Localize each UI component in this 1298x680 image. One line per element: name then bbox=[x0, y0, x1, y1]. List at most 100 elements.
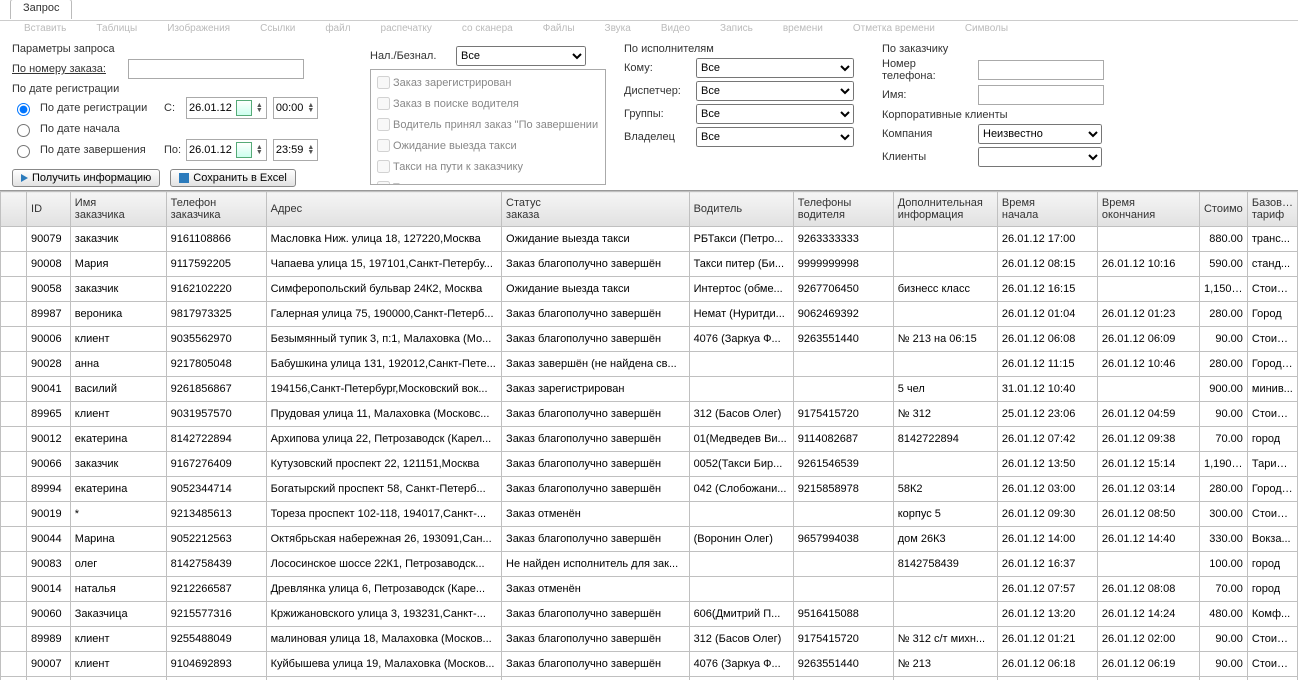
calendar-icon[interactable] bbox=[236, 142, 252, 158]
cell: 9162102220 bbox=[166, 277, 266, 302]
table-row[interactable]: 89989клиент9255488049малиновая улица 18,… bbox=[1, 627, 1298, 652]
cell: Город ... bbox=[1247, 477, 1297, 502]
customer-title: По заказчику bbox=[882, 43, 1122, 55]
pay-select[interactable]: Все bbox=[456, 46, 586, 66]
col-header[interactable]: Имязаказчика bbox=[70, 192, 166, 227]
table-row[interactable]: 90028анна9217805048Бабушкина улица 131, … bbox=[1, 352, 1298, 377]
owner-select[interactable]: Все bbox=[696, 127, 854, 147]
status-check[interactable] bbox=[377, 139, 390, 152]
table-row[interactable]: 90079заказчик9161108866Масловка Ниж. ули… bbox=[1, 227, 1298, 252]
table-row[interactable]: 89994екатерина9052344714Богатырский прос… bbox=[1, 477, 1298, 502]
col-header[interactable]: Телефонзаказчика bbox=[166, 192, 266, 227]
cust-name-input[interactable] bbox=[978, 85, 1104, 105]
table-row[interactable]: 90038заказчик401516660Октябрьская улица … bbox=[1, 677, 1298, 680]
col-header[interactable]: ID bbox=[27, 192, 71, 227]
cell: заказчик bbox=[70, 277, 166, 302]
cell: 26.01.12 11:57 bbox=[1097, 677, 1199, 680]
col-header[interactable]: Времяокончания bbox=[1097, 192, 1199, 227]
dispatcher-label: Диспетчер: bbox=[624, 85, 690, 97]
cell: 26.01.12 08:08 bbox=[1097, 577, 1199, 602]
cust-phone-input[interactable] bbox=[978, 60, 1104, 80]
table-row[interactable]: 90006клиент9035562970Безымянный тупик 3,… bbox=[1, 327, 1298, 352]
order-number-input[interactable] bbox=[128, 59, 304, 79]
table-row[interactable]: 90041василий9261856867194156,Санкт-Петер… bbox=[1, 377, 1298, 402]
save-excel-button[interactable]: Сохранить в Excel bbox=[170, 169, 296, 187]
cell: 9817973325 bbox=[166, 302, 266, 327]
status-list[interactable]: Заказ зарегистрирован Заказ в поиске вод… bbox=[370, 69, 606, 185]
radio-date-end[interactable] bbox=[17, 145, 30, 158]
who-select[interactable]: Все bbox=[696, 58, 854, 78]
col-header[interactable]: Телефоныводителя bbox=[793, 192, 893, 227]
get-info-button[interactable]: Получить информацию bbox=[12, 169, 160, 187]
clients-select[interactable] bbox=[978, 147, 1102, 167]
table-row[interactable]: 90066заказчик9167276409Кутузовский просп… bbox=[1, 452, 1298, 477]
col-header[interactable]: Статусзаказа bbox=[502, 192, 690, 227]
cell: 90019 bbox=[27, 502, 71, 527]
col-header[interactable]: Адрес bbox=[266, 192, 501, 227]
table-row[interactable]: 89965клиент9031957570Прудовая улица 11, … bbox=[1, 402, 1298, 427]
table-row[interactable]: 90044Марина9052212563Октябрьская набереж… bbox=[1, 527, 1298, 552]
status-check[interactable] bbox=[377, 76, 390, 89]
table-row[interactable]: 90007клиент9104692893Куйбышева улица 19,… bbox=[1, 652, 1298, 677]
status-check[interactable] bbox=[377, 181, 390, 185]
groups-select[interactable]: Все bbox=[696, 104, 854, 124]
calendar-icon[interactable] bbox=[236, 100, 252, 116]
cell bbox=[689, 552, 793, 577]
table-row[interactable]: 90014наталья9212266587Древлянка улица 6,… bbox=[1, 577, 1298, 602]
table-row[interactable]: 90083олег8142758439Лососинское шоссе 22К… bbox=[1, 552, 1298, 577]
table-row[interactable]: 90060Заказчица9215577316Кржижановского у… bbox=[1, 602, 1298, 627]
table-row[interactable]: 90012екатерина8142722894Архипова улица 2… bbox=[1, 427, 1298, 452]
company-select[interactable]: Неизвестно bbox=[978, 124, 1102, 144]
cell: 9267706450 bbox=[793, 277, 893, 302]
time-to[interactable]: 23:59▲▼ bbox=[273, 139, 319, 161]
cell: РБТакси (Петро... bbox=[689, 227, 793, 252]
cell: Заказ завершён (не найдена св... bbox=[502, 352, 690, 377]
date-from[interactable]: 26.01.12▲▼ bbox=[186, 97, 267, 119]
tab-request[interactable]: Запрос bbox=[10, 0, 72, 19]
cell: Марина bbox=[70, 527, 166, 552]
dispatcher-select[interactable]: Все bbox=[696, 81, 854, 101]
cell: 9255488049 bbox=[166, 627, 266, 652]
date-to[interactable]: 26.01.12▲▼ bbox=[186, 139, 267, 161]
cell: 89989 bbox=[27, 627, 71, 652]
cell: Стоим... bbox=[1247, 277, 1297, 302]
time-from[interactable]: 00:00▲▼ bbox=[273, 97, 319, 119]
col-header[interactable]: Водитель bbox=[689, 192, 793, 227]
col-header[interactable]: Базовыйтариф bbox=[1247, 192, 1297, 227]
cell: 26.01.12 11:00 bbox=[997, 677, 1097, 680]
cell: дом 26К3 bbox=[893, 527, 997, 552]
status-check[interactable] bbox=[377, 160, 390, 173]
radio-date-start[interactable] bbox=[17, 124, 30, 137]
cell: 4076 (Заркуа Ф... bbox=[689, 652, 793, 677]
cell: минив... bbox=[1247, 377, 1297, 402]
col-header[interactable]: Дополнительнаяинформация bbox=[893, 192, 997, 227]
menu-hint: Запись bbox=[720, 23, 753, 34]
cell bbox=[689, 677, 793, 680]
cell bbox=[1, 352, 27, 377]
cell: 90007 bbox=[27, 652, 71, 677]
orders-grid[interactable]: IDИмязаказчикаТелефонзаказчикаАдресСтату… bbox=[0, 190, 1298, 680]
status-check[interactable] bbox=[377, 118, 390, 131]
menu-hint: Таблицы bbox=[96, 23, 137, 34]
cell: № 213 на 06:15 bbox=[893, 327, 997, 352]
cell: 90041 bbox=[27, 377, 71, 402]
cell: (Воронин Олег) bbox=[689, 527, 793, 552]
cell: клиент bbox=[70, 402, 166, 427]
by-number-link[interactable]: По номеру заказа: bbox=[12, 63, 122, 75]
table-row[interactable]: 90008Мария9117592205Чапаева улица 15, 19… bbox=[1, 252, 1298, 277]
cell: Стоим... bbox=[1247, 327, 1297, 352]
cell: наталья bbox=[70, 577, 166, 602]
col-header[interactable] bbox=[1, 192, 27, 227]
status-item: Ожидание выезда такси bbox=[393, 140, 517, 152]
cell: 9263333333 bbox=[793, 227, 893, 252]
cell bbox=[1, 552, 27, 577]
col-header[interactable]: Стоимо bbox=[1199, 192, 1247, 227]
status-check[interactable] bbox=[377, 97, 390, 110]
table-row[interactable]: 90019*9213485613Тореза проспект 102-118,… bbox=[1, 502, 1298, 527]
cell: Заказ отменён bbox=[502, 502, 690, 527]
table-row[interactable]: 90058заказчик9162102220Симферопольский б… bbox=[1, 277, 1298, 302]
table-row[interactable]: 89987вероника9817973325Галерная улица 75… bbox=[1, 302, 1298, 327]
cell: 26.01.12 07:57 bbox=[997, 577, 1097, 602]
col-header[interactable]: Времяначала bbox=[997, 192, 1097, 227]
radio-date-reg[interactable] bbox=[17, 103, 30, 116]
